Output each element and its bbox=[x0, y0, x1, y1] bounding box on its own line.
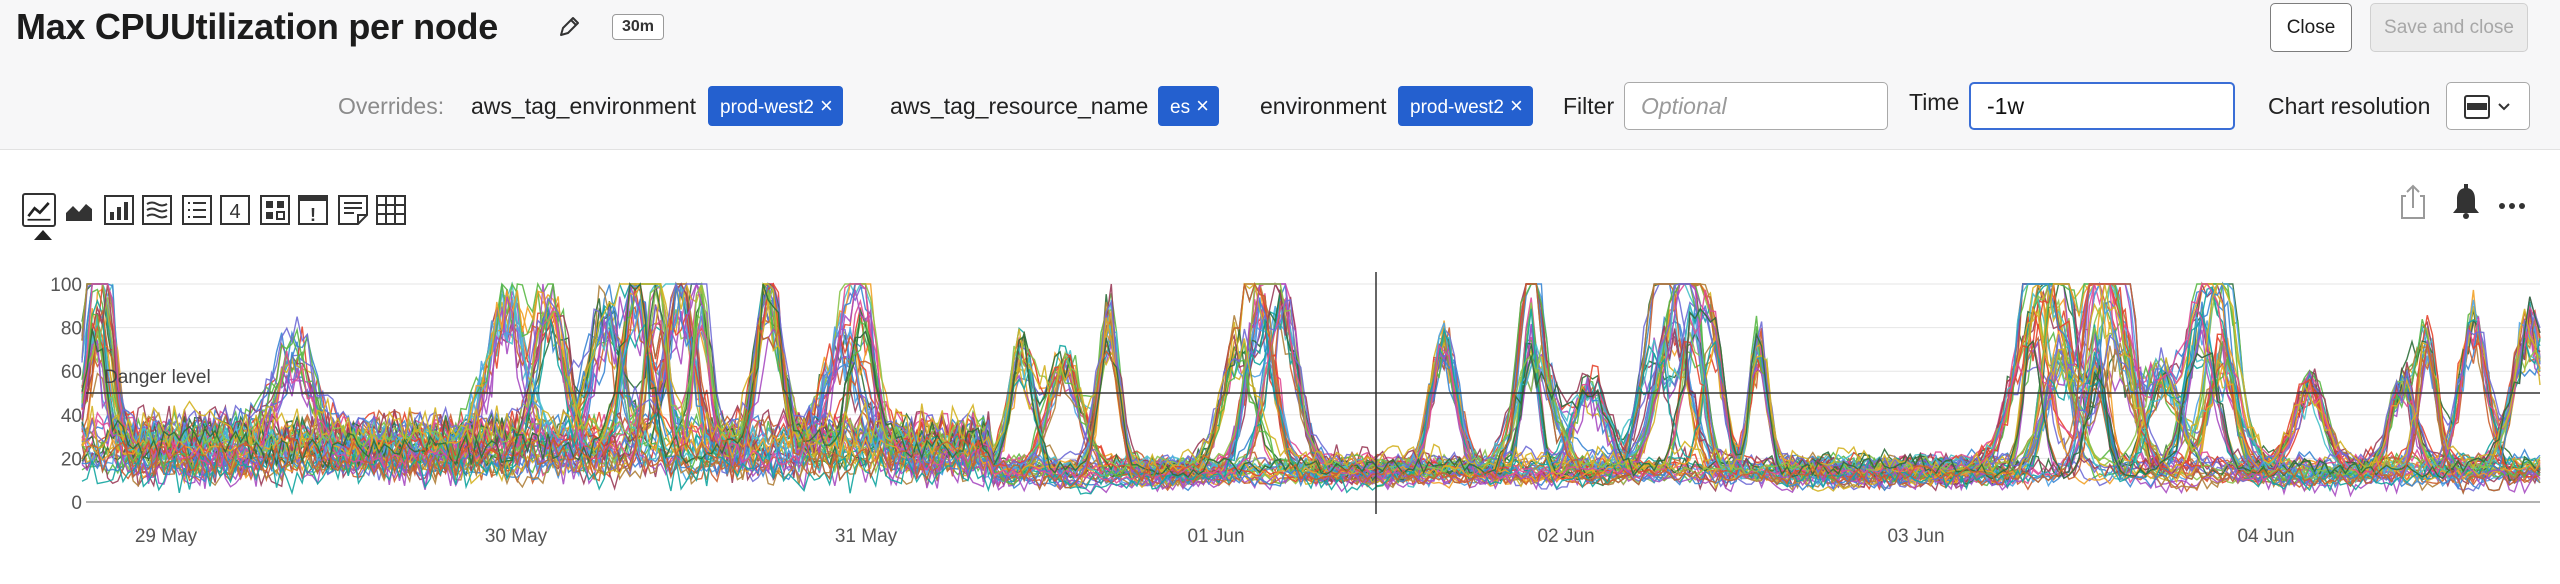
override-chip-value: prod-west2 bbox=[720, 97, 814, 118]
resolution-icon bbox=[2464, 95, 2510, 119]
x-tick-label: 31 May bbox=[835, 526, 898, 547]
overrides-bar: Overrides: aws_tag_environment prod-west… bbox=[0, 58, 2560, 150]
override-chip-environment[interactable]: prod-west2 × bbox=[1398, 86, 1533, 126]
y-tick-label: 20 bbox=[61, 449, 82, 470]
chart-editor-header: Max CPUUtilization per node 30m Close Sa… bbox=[0, 0, 2560, 58]
y-tick-label: 0 bbox=[71, 493, 82, 514]
filter-label: Filter bbox=[1563, 93, 1615, 119]
line-chart-icon[interactable] bbox=[22, 193, 56, 227]
histogram-icon[interactable] bbox=[140, 193, 174, 227]
event-feed-glyph: ! bbox=[310, 205, 316, 225]
chart-svg: 100 80 60 40 20 0 29 May 30 May 31 May 01 Jun 02 J… bbox=[50, 272, 2541, 547]
override-chip-value: es bbox=[1170, 97, 1191, 118]
x-tick-label: 04 Jun bbox=[2237, 526, 2294, 547]
overrides-label: Overrides: bbox=[338, 93, 445, 119]
table-icon[interactable] bbox=[374, 193, 408, 227]
remove-icon[interactable]: × bbox=[1196, 93, 1209, 118]
single-value-glyph: 4 bbox=[229, 201, 240, 223]
override-key-environment: environment bbox=[1260, 93, 1387, 119]
y-tick-label: 60 bbox=[61, 362, 82, 383]
close-button[interactable]: Close bbox=[2270, 3, 2352, 52]
y-tick-label: 80 bbox=[61, 319, 82, 340]
text-note-icon[interactable] bbox=[336, 193, 370, 227]
x-tick-label: 03 Jun bbox=[1887, 526, 1944, 547]
override-key-aws-tag-environment: aws_tag_environment bbox=[471, 93, 697, 119]
remove-icon[interactable]: × bbox=[820, 93, 833, 118]
chart-title[interactable]: Max CPUUtilization per node bbox=[16, 6, 498, 48]
selected-indicator bbox=[34, 230, 52, 240]
area-chart-icon[interactable] bbox=[62, 193, 96, 227]
time-range-badge: 30m bbox=[612, 14, 665, 40]
time-input[interactable] bbox=[1969, 82, 2235, 130]
list-icon[interactable] bbox=[180, 193, 214, 227]
column-chart-icon[interactable] bbox=[102, 193, 136, 227]
time-label: Time bbox=[1909, 89, 1960, 115]
threshold-label: Danger level bbox=[104, 367, 211, 388]
alert-bell-icon[interactable] bbox=[2448, 182, 2484, 222]
chart-resolution-dropdown[interactable] bbox=[2446, 82, 2530, 130]
x-tick-label: 01 Jun bbox=[1187, 526, 1244, 547]
override-chip-aws-tag-resource-name[interactable]: es × bbox=[1158, 86, 1219, 126]
override-chip-value: prod-west2 bbox=[1410, 97, 1504, 118]
share-icon[interactable] bbox=[2395, 182, 2431, 222]
x-tick-label: 02 Jun bbox=[1537, 526, 1594, 547]
x-tick-label: 30 May bbox=[485, 526, 548, 547]
y-tick-label: 40 bbox=[61, 406, 82, 427]
edit-title-icon[interactable] bbox=[556, 14, 582, 40]
line-chart: 100 80 60 40 20 0 29 May 30 May 31 May 01 Jun 02 J… bbox=[0, 262, 2560, 584]
x-tick-label: 29 May bbox=[135, 526, 198, 547]
override-chip-aws-tag-environment[interactable]: prod-west2 × bbox=[708, 86, 843, 126]
override-key-aws-tag-resource-name: aws_tag_resource_name bbox=[890, 93, 1149, 119]
save-and-close-button[interactable]: Save and close bbox=[2370, 3, 2528, 52]
single-value-icon[interactable]: 4 bbox=[218, 193, 252, 227]
heatmap-icon[interactable] bbox=[258, 193, 292, 227]
filter-input[interactable] bbox=[1624, 82, 1888, 130]
y-tick-label: 100 bbox=[50, 275, 82, 296]
remove-icon[interactable]: × bbox=[1510, 93, 1523, 118]
event-feed-icon[interactable]: ! bbox=[296, 193, 330, 227]
chart-resolution-label: Chart resolution bbox=[2268, 93, 2431, 119]
more-options-icon[interactable] bbox=[2494, 182, 2530, 222]
